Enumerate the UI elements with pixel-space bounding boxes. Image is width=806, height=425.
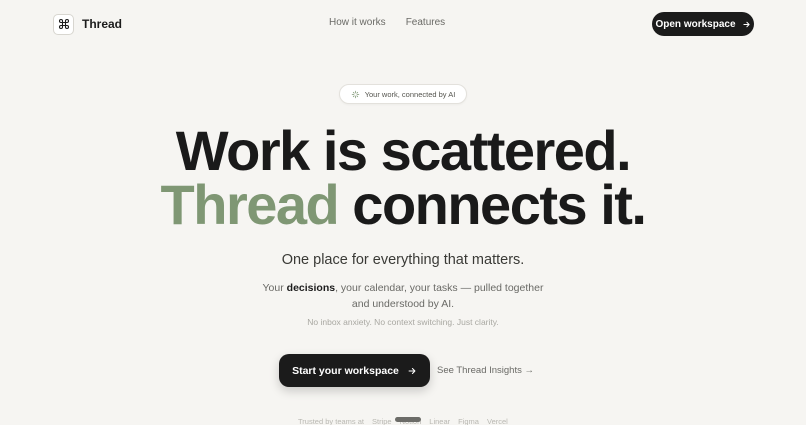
hero-subtitle: One place for everything that matters.: [281, 252, 525, 268]
start-workspace-label: Start your workspace: [292, 364, 399, 377]
top-nav: Thread How it works Features Open worksp…: [0, 0, 806, 48]
nav-link-features[interactable]: Features: [406, 17, 445, 28]
command-icon: [53, 13, 74, 35]
see-insights-link[interactable]: See Thread Insights →: [437, 365, 534, 376]
company-logo: Vercel: [486, 417, 508, 425]
hero-description: Your decisions, your calendar, your task…: [0, 281, 806, 312]
hero-heading: Work is scattered. Thread connects it.: [0, 119, 806, 233]
start-workspace-button[interactable]: Start your workspace: [279, 354, 430, 387]
nav-links: How it works Features: [329, 17, 445, 28]
company-logo: Stripe: [372, 417, 392, 425]
hero-accent-word: Thread: [160, 173, 340, 236]
description-suffix: , your calendar, your tasks — pulled tog…: [335, 282, 544, 294]
hero-line-2: Thread connects it.: [0, 177, 806, 233]
arrow-right-icon: [742, 21, 750, 27]
description-bold: decisions: [286, 282, 336, 294]
hero-line-2-rest: connects it.: [338, 173, 647, 236]
announcement-badge: Your work, connected by AI: [339, 84, 467, 104]
company-logo: Figma: [458, 417, 479, 425]
arrow-right-icon: [408, 367, 416, 374]
brand-logo[interactable]: Thread: [53, 13, 122, 35]
sparkle-icon: [351, 90, 359, 98]
hero-line-1: Work is scattered.: [175, 119, 632, 182]
company-logo: Linear: [429, 417, 451, 425]
description-prefix: Your: [262, 282, 287, 294]
trusted-label: Trusted by teams at: [298, 417, 364, 425]
description-line-2: and understood by AI.: [351, 297, 455, 310]
open-workspace-label: Open workspace: [655, 18, 736, 30]
badge-text: Your work, connected by AI: [364, 89, 456, 99]
hero-note: No inbox anxiety. No context switching. …: [307, 317, 499, 327]
open-workspace-button[interactable]: Open workspace: [652, 12, 754, 36]
scroll-indicator[interactable]: [395, 417, 421, 422]
brand-name: Thread: [82, 17, 123, 31]
nav-link-how-it-works[interactable]: How it works: [329, 17, 386, 28]
